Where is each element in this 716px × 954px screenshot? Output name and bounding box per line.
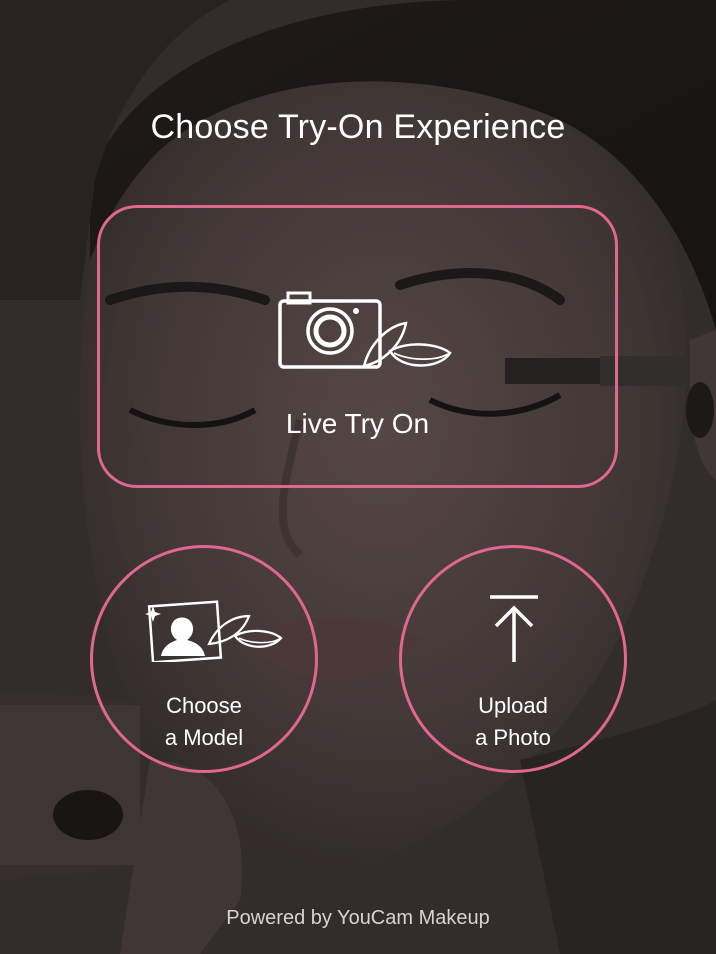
live-try-on-button[interactable]: Live Try On	[97, 205, 618, 488]
upload-arrow-icon	[490, 595, 538, 662]
camera-lens-icon	[278, 291, 452, 369]
try-on-screen: Choose Try-On Experience Live Try On Cho…	[0, 0, 716, 954]
upload-photo-button[interactable]: Upload a Photo	[399, 545, 627, 773]
choose-model-label: Choose a Model	[164, 693, 244, 750]
powered-by-footer: Powered by YouCam Makeup	[226, 907, 490, 929]
page-title: Choose Try-On Experience	[150, 108, 566, 146]
model-portrait-lens-icon	[145, 600, 283, 662]
live-try-on-label: Live Try On	[285, 408, 430, 439]
upload-photo-label: Upload a Photo	[475, 693, 551, 750]
choose-model-button[interactable]: Choose a Model	[90, 545, 318, 773]
